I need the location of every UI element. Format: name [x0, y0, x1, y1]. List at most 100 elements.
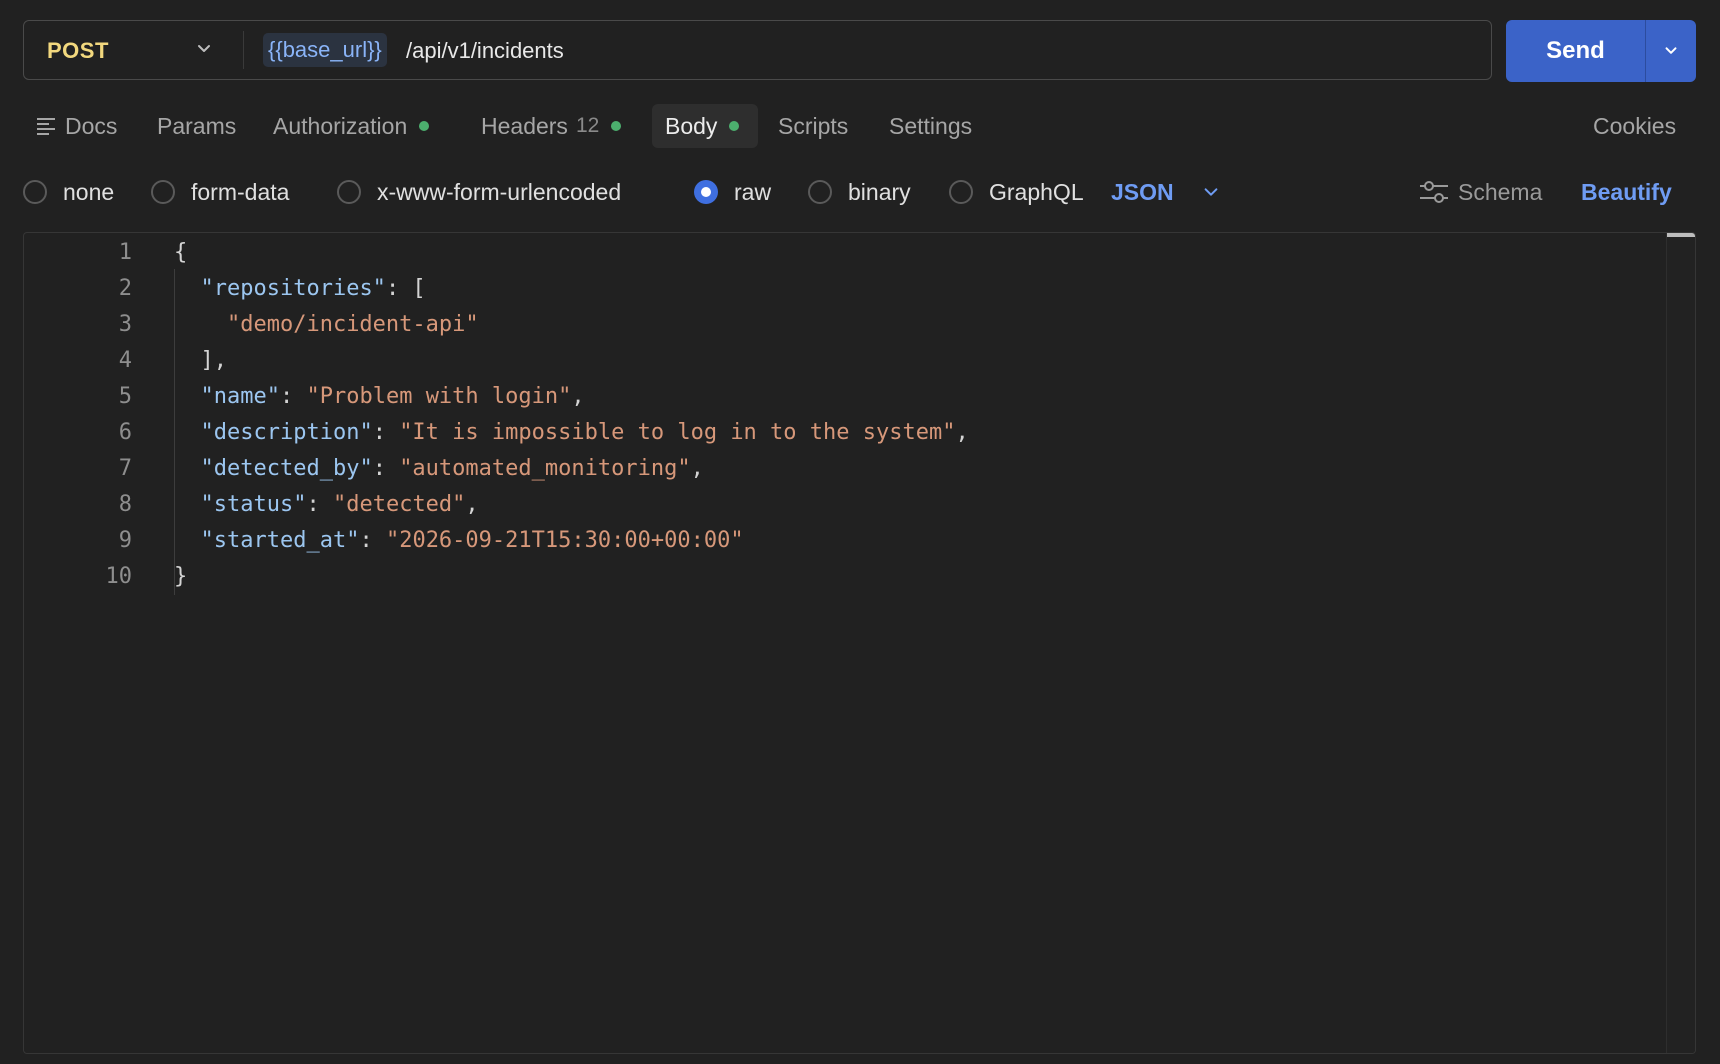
json-key: "detected_by": [200, 456, 373, 481]
code-line: 6 "description": "It is impossible to lo…: [24, 415, 1624, 451]
chevron-down-icon: [1204, 188, 1218, 196]
code-line: 5 "name": "Problem with login",: [24, 379, 1624, 415]
line-number: 1: [118, 240, 132, 265]
tab-scripts[interactable]: Scripts: [778, 104, 848, 148]
line-number: 9: [118, 528, 132, 553]
tab-body-label: Body: [665, 112, 718, 139]
radio-form-data-label: form-data: [191, 178, 290, 205]
radio-binary-label: binary: [848, 178, 911, 205]
json-string: "demo/incident-api": [226, 312, 479, 337]
code-line: 4 ],: [24, 343, 1624, 379]
radio-none[interactable]: none: [23, 172, 114, 212]
json-string: "It is impossible to log in to the syste…: [399, 420, 956, 445]
docs-lines-icon: [37, 118, 55, 135]
request-tabs: Docs Params Authorization Headers 12 Bod…: [23, 104, 1696, 148]
json-punctuation: :: [279, 384, 307, 409]
chevron-down-icon: [198, 45, 210, 52]
json-string: "automated_monitoring": [399, 456, 691, 481]
json-key: "description": [200, 420, 373, 445]
json-string: "2026-09-21T15:30:00+00:00": [385, 528, 744, 553]
json-punctuation: }: [174, 564, 188, 589]
tab-docs-label: Docs: [65, 112, 118, 139]
method-label: POST: [47, 38, 109, 63]
tab-headers[interactable]: Headers 12: [481, 104, 622, 148]
line-number: 10: [105, 564, 133, 589]
url-divider: [243, 31, 244, 69]
code-text: "description": "It is impossible to log …: [174, 415, 969, 451]
code-text: "repositories": [: [174, 271, 426, 307]
json-punctuation: ,: [955, 420, 969, 445]
json-punctuation: [174, 456, 201, 481]
radio-none-label: none: [63, 178, 115, 205]
tab-settings[interactable]: Settings: [889, 104, 972, 148]
status-dot: [729, 121, 740, 131]
json-punctuation: ,: [571, 384, 585, 409]
tab-authorization[interactable]: Authorization: [273, 104, 430, 148]
send-options-button[interactable]: [1646, 20, 1696, 82]
line-number: 8: [118, 492, 132, 517]
json-punctuation: {: [174, 240, 188, 265]
code-text: "demo/incident-api": [174, 307, 479, 343]
radio-x-www-form-urlencoded[interactable]: x-www-form-urlencoded: [337, 172, 621, 212]
line-number: 4: [118, 348, 132, 373]
code-text: ],: [174, 343, 227, 379]
radio-graphql[interactable]: GraphQL: [949, 172, 1084, 212]
code-line: 8 "status": "detected",: [24, 487, 1624, 523]
line-number: 6: [118, 420, 132, 445]
json-key: "repositories": [200, 276, 386, 301]
json-punctuation: :: [372, 420, 400, 445]
code-text: "started_at": "2026-09-21T15:30:00+00:00…: [174, 523, 744, 559]
beautify-button[interactable]: Beautify: [1581, 172, 1672, 212]
editor-scrollbar[interactable]: [1666, 233, 1695, 1053]
radio-raw[interactable]: raw: [694, 172, 771, 212]
status-dot: [611, 121, 622, 131]
radio-form-data[interactable]: form-data: [151, 172, 289, 212]
send-button-group: Send: [1506, 20, 1696, 82]
tab-params[interactable]: Params: [157, 104, 236, 148]
method-selector[interactable]: POST: [24, 21, 244, 79]
json-punctuation: :: [372, 456, 400, 481]
radio-circle: [337, 180, 361, 204]
tab-settings-label: Settings: [889, 112, 973, 139]
line-number: 7: [118, 456, 132, 481]
code-line: 3 "demo/incident-api": [24, 307, 1624, 343]
tab-body[interactable]: Body: [652, 104, 758, 148]
radio-circle: [808, 180, 832, 204]
code-text: {: [174, 235, 187, 271]
sliders-icon: [1420, 181, 1448, 203]
code-text: "name": "Problem with login",: [174, 379, 585, 415]
url-variable-chip[interactable]: {{base_url}}: [263, 33, 387, 67]
headers-count-badge: 12: [575, 114, 600, 137]
tab-authorization-label: Authorization: [273, 112, 408, 139]
code-line: 9 "started_at": "2026-09-21T15:30:00+00:…: [24, 523, 1624, 559]
line-number: 3: [118, 312, 132, 337]
tab-params-label: Params: [157, 112, 237, 139]
line-number: 5: [118, 384, 132, 409]
status-dot: [419, 121, 430, 131]
code-editor[interactable]: 1{2 "repositories": [3 "demo/incident-ap…: [23, 232, 1696, 1054]
beautify-label: Beautify: [1581, 178, 1672, 205]
send-button[interactable]: Send: [1506, 20, 1645, 82]
json-key: "started_at": [200, 528, 360, 553]
cookies-link[interactable]: Cookies: [1593, 104, 1676, 148]
json-punctuation: ,: [690, 456, 704, 481]
json-punctuation: :: [306, 492, 333, 517]
radio-binary[interactable]: binary: [808, 172, 911, 212]
radio-graphql-label: GraphQL: [989, 178, 1084, 205]
json-string: "detected": [332, 492, 466, 517]
tab-docs[interactable]: Docs: [35, 104, 117, 148]
json-punctuation: [174, 276, 201, 301]
json-punctuation: [174, 420, 201, 445]
url-input[interactable]: /api/v1/incidents: [406, 38, 564, 64]
schema-button[interactable]: Schema: [1418, 172, 1542, 212]
code-text: "status": "detected",: [174, 487, 479, 523]
json-punctuation: [174, 384, 201, 409]
json-punctuation: :: [359, 528, 386, 553]
code-line: 1{: [24, 235, 1624, 271]
scrollbar-thumb[interactable]: [1667, 233, 1695, 237]
code-line: 2 "repositories": [: [24, 271, 1624, 307]
format-dropdown[interactable]: JSON: [1111, 172, 1220, 212]
body-type-options: none form-data x-www-form-urlencoded raw…: [23, 172, 1696, 212]
json-punctuation: [174, 492, 201, 517]
tab-headers-label: Headers: [481, 112, 568, 139]
